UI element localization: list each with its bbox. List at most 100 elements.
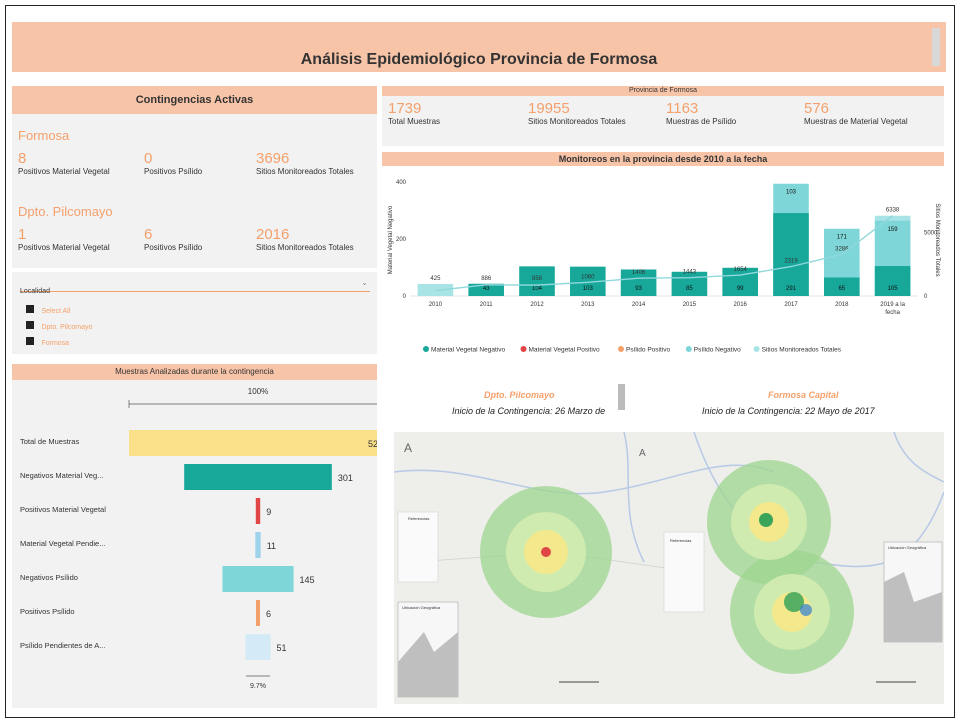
funnel-row-label: Material Vegetal Pendie... [20, 539, 105, 548]
funnel-value: 6 [266, 609, 271, 619]
series-line-sitios [435, 215, 894, 292]
funnel-bar [245, 634, 271, 660]
x-tick-label: 2010 [429, 302, 443, 308]
x-tick-label: 2017 [784, 302, 798, 308]
data-label-sitios: 425 [430, 276, 441, 282]
kpi-pilco-pos-psilido: 6 Positivos Psílido [144, 226, 203, 252]
data-label-sitios: 1443 [683, 270, 697, 276]
data-label-sitios: 1406 [632, 270, 646, 276]
x-tick-label: fecha [885, 310, 900, 316]
divider [618, 384, 625, 410]
data-label-mv: 103 [583, 286, 594, 292]
kpi-formosa-pos-mv: 8 Positivos Material Vegetal [18, 150, 110, 176]
legend-marker [423, 346, 429, 352]
x-tick-label: 2012 [530, 302, 544, 308]
data-label-sitios: 1654 [734, 267, 748, 273]
map-image[interactable]: Referencias Referencias Ubicación Geográ… [394, 432, 944, 704]
y-left-tick: 400 [396, 180, 407, 186]
x-tick-label: 2014 [632, 302, 646, 308]
chevron-down-icon: ⌄ [361, 278, 368, 287]
y-left-tick: 0 [403, 294, 407, 300]
bar-mv-neg [773, 213, 809, 296]
maps-area: Dpto. Pilcomayo Inicio de la Contingenci… [382, 380, 944, 710]
page-title: Análisis Epidemiológico Provincia de For… [300, 51, 658, 68]
funnel-top-pct: 100% [248, 387, 268, 396]
muestras-panel: Muestras Analizadas durante la contingen… [12, 364, 377, 708]
formosa-section-title: Formosa [18, 128, 70, 143]
x-tick-label: 2019 a la [880, 302, 905, 308]
funnel-value: 51 [277, 643, 287, 653]
data-label-sitios: 886 [481, 276, 492, 282]
x-tick-label: 2015 [683, 302, 697, 308]
legend-label: Psílido Negativo [694, 347, 741, 354]
contingencias-panel: Contingencias Activas Formosa 8 Positivo… [12, 86, 377, 268]
map-ref-left: Referencias [408, 516, 429, 521]
pilcomayo-section-title: Dpto. Pilcomayo [18, 204, 113, 219]
monitoreos-title: Monitoreos en la provincia desde 2010 a … [382, 152, 944, 166]
svg-text:Ubicación Geográfica: Ubicación Geográfica [402, 605, 441, 610]
data-label-sitios: 2319 [784, 259, 798, 265]
data-label-sitios: 858 [532, 276, 543, 282]
svg-text:A: A [639, 448, 646, 459]
legend-marker [753, 346, 760, 352]
legend-label: Psílido Positivo [626, 347, 670, 354]
svg-text:A: A [404, 441, 412, 455]
data-label-psilido: 159 [888, 227, 899, 233]
localidad-label: Localidad [20, 288, 50, 295]
data-label-sitios: 1080 [581, 274, 595, 280]
data-label-mv: 93 [635, 286, 642, 292]
x-tick-label: 2018 [835, 302, 849, 308]
kpi-formosa-pos-psilido: 0 Positivos Psílido [144, 150, 203, 176]
legend-marker [685, 346, 692, 352]
funnel-value: 9 [266, 507, 271, 517]
funnel-row-label: Psílido Pendientes de A... [20, 641, 105, 650]
monitoreos-panel: Monitoreos en la provincia desde 2010 a … [382, 152, 944, 368]
funnel-row-label: Negativos Material Veg... [20, 471, 103, 480]
funnel-value: 145 [300, 575, 315, 585]
funnel-bar [255, 498, 261, 524]
provincia-title: Provincia de Formosa [382, 86, 944, 96]
data-label-mv: 99 [737, 286, 744, 292]
funnel-value: 11 [267, 541, 276, 551]
funnel-value: 526 [368, 439, 377, 449]
svg-text:Ubicación Geográfica: Ubicación Geográfica [888, 545, 927, 550]
map-right-title: Formosa Capital [768, 390, 839, 400]
localidad-option-formosa[interactable]: Formosa [26, 332, 69, 350]
funnel-value: 301 [338, 473, 353, 483]
y-right-tick: 5000 [924, 231, 938, 237]
x-tick-label: 2011 [480, 302, 494, 308]
contingencias-title: Contingencias Activas [12, 86, 377, 114]
funnel-row-label: Positivos Psílido [20, 607, 75, 616]
checkbox-icon[interactable] [26, 336, 34, 345]
data-label-mv: 105 [888, 286, 899, 292]
legend-marker [618, 346, 624, 352]
map-left-title: Dpto. Pilcomayo [484, 390, 555, 400]
map-right-subtitle: Inicio de la Contingencia: 22 Mayo de 20… [702, 406, 875, 416]
funnel-row-label: Total de Muestras [20, 437, 79, 446]
kpi-pilco-sitios: 2016 Sitios Monitoreados Totales [256, 226, 354, 252]
funnel-bar [129, 430, 377, 456]
kpi-muestras-mv: 576 Muestras de Material Vegetal [804, 100, 908, 126]
checkbox-icon[interactable] [26, 320, 34, 329]
kpi-pilco-pos-mv: 1 Positivos Material Vegetal [18, 226, 110, 252]
y-right-title: Sitios Monitoreados Totales [934, 203, 940, 276]
muestras-funnel-chart: 100% Total de Muestras 526 Negativos Materi… [20, 387, 377, 690]
data-label-sitios: 6338 [886, 208, 900, 214]
funnel-bar [255, 532, 261, 558]
localidad-dropdown[interactable]: Localidad ⌄ [20, 278, 370, 295]
y-right-tick: 0 [924, 294, 928, 300]
x-tick-label: 2016 [734, 302, 748, 308]
funnel-bar [184, 464, 332, 490]
kpi-muestras-psilido: 1163 Muestras de Psílido [666, 100, 737, 126]
localidad-slicer: Localidad ⌄ Select All Dpto. Pilcomayo F… [12, 272, 377, 354]
funnel-row-label: Positivos Material Vegetal [20, 505, 106, 514]
kpi-sitios-totales: 19955 Sitios Monitoreados Totales [528, 100, 626, 126]
x-tick-label: 2013 [581, 302, 595, 308]
legend-label: Material Vegetal Negativo [431, 347, 505, 354]
checkbox-icon[interactable] [26, 304, 34, 313]
y-left-tick: 200 [396, 237, 407, 243]
scrollbar[interactable] [932, 28, 940, 66]
data-label-mv: 43 [483, 286, 490, 292]
funnel-row-label: Negativos Psílido [20, 573, 78, 582]
data-label-mv: 85 [686, 286, 693, 292]
